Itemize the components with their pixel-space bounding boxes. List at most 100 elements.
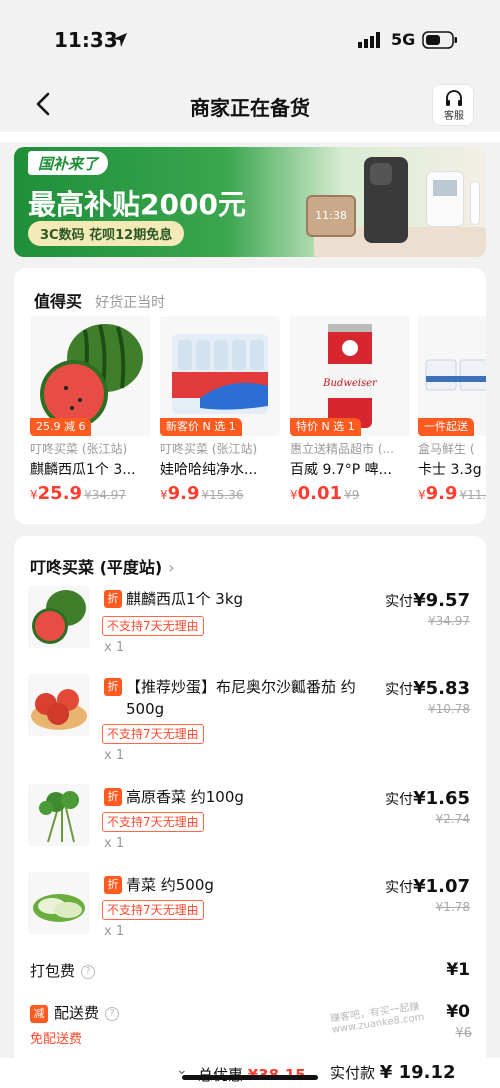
network-label: 5G bbox=[391, 30, 416, 49]
order-item[interactable]: 折 麒麟西瓜1个 3kg 不支持7天无理由 x 1 实付¥9.57 ¥34.97 bbox=[28, 586, 474, 672]
paid-label: 实付 bbox=[385, 792, 414, 808]
foldable-phone-image: 11:38 bbox=[306, 195, 356, 237]
summary-bar: ⌄ 总优惠 ¥38.15 实付款 ¥ 19.12 bbox=[0, 1058, 500, 1088]
info-icon[interactable]: ? bbox=[105, 1007, 120, 1021]
svg-text:Budweiser: Budweiser bbox=[322, 378, 378, 389]
tomato-icon bbox=[31, 689, 87, 730]
store-name: 叮咚买菜 (平度站) bbox=[30, 558, 163, 577]
page-title: 商家正在备货 bbox=[190, 96, 310, 120]
item-thumbnail bbox=[28, 784, 90, 846]
info-icon[interactable]: ? bbox=[81, 965, 96, 979]
paid-value: ¥1.07 bbox=[413, 876, 470, 897]
device-screen-time: 11:38 bbox=[315, 209, 347, 222]
item-name: 【推荐炒蛋】布尼奥尔沙瓤番茄 约500g bbox=[126, 678, 356, 718]
item-orig-price: ¥34.97 bbox=[428, 614, 470, 628]
order-item[interactable]: 折 青菜 约500g 不支持7天无理由 x 1 实付¥1.07 ¥1.78 bbox=[28, 872, 474, 958]
discount-badge: 折 bbox=[104, 876, 122, 894]
home-indicator bbox=[182, 1075, 318, 1080]
deal-card[interactable]: Budweiser 特价 N 选 1 惠立送精品超市 (... 百威 9.7°P… bbox=[290, 316, 410, 504]
paid-label: 实付 bbox=[385, 880, 414, 896]
reduction-badge: 减 bbox=[30, 1005, 48, 1023]
deal-currency: ¥ bbox=[160, 488, 168, 502]
deal-tag: 新客价 N 选 1 bbox=[160, 418, 242, 436]
order-item[interactable]: 折 【推荐炒蛋】布尼奥尔沙瓤番茄 约500g 不支持7天无理由 x 1 实付¥5… bbox=[28, 674, 474, 763]
deal-card[interactable]: 一件起送 盒马鲜生 ( 卡士 3.3g ¥9.9 ¥11. bbox=[418, 316, 486, 504]
deal-price: ¥9.9 ¥11. bbox=[418, 483, 486, 504]
total-paid: 实付款 ¥ 19.12 bbox=[330, 1062, 456, 1083]
coriander-icon bbox=[39, 791, 79, 843]
banner-logo: 国补来了 bbox=[28, 151, 109, 175]
headset-icon bbox=[446, 90, 462, 106]
nav-divider bbox=[0, 132, 500, 142]
packing-fee-label: 打包费 bbox=[30, 962, 76, 980]
deal-name: 娃哈哈纯净水... bbox=[160, 462, 258, 478]
phone-image bbox=[364, 157, 408, 243]
deal-price: ¥25.9 ¥34.97 bbox=[30, 483, 150, 504]
banner-headline: 最高补贴2000元 bbox=[28, 188, 246, 221]
deal-price-value: 25.9 bbox=[37, 483, 83, 504]
deal-name: 百威 9.7°P 啤... bbox=[290, 462, 392, 478]
bok-choy-icon bbox=[33, 894, 85, 922]
deal-card[interactable]: 新客价 N 选 1 叮咚买菜 (张江站) 娃哈哈纯净水... ¥9.9 ¥15.3… bbox=[160, 316, 280, 504]
deal-price: ¥0.01 ¥9 bbox=[290, 483, 410, 504]
item-name: 麒麟西瓜1个 3kg bbox=[126, 590, 244, 608]
paid-value: ¥9.57 bbox=[413, 590, 470, 611]
subsidy-banner[interactable]: 国补来了 最高补贴2000元 3C数码 花呗12期免息 11:38 bbox=[14, 147, 486, 257]
deal-currency: ¥ bbox=[30, 488, 38, 502]
location-arrow-icon bbox=[113, 33, 127, 47]
battery-icon bbox=[422, 31, 457, 49]
item-paid: 实付¥9.57 bbox=[385, 590, 470, 611]
recommendations-header: 值得买 好货正当时 bbox=[34, 288, 165, 312]
paid-value: ¥5.83 bbox=[413, 678, 470, 699]
item-qty: x 1 bbox=[104, 836, 125, 851]
item-paid: 实付¥1.65 bbox=[385, 788, 470, 809]
paid-value: ¥1.65 bbox=[413, 788, 470, 809]
monitor-screen bbox=[433, 180, 457, 196]
discount-badge: 折 bbox=[104, 788, 122, 806]
deal-tag: 特价 N 选 1 bbox=[290, 418, 361, 436]
no-return-badge: 不支持7天无理由 bbox=[102, 616, 204, 636]
total-label: 实付款 bbox=[330, 1064, 376, 1082]
discount-badge: 折 bbox=[104, 678, 122, 696]
item-orig-price: ¥2.74 bbox=[435, 812, 470, 826]
free-delivery-label: 免配送费 bbox=[30, 1032, 83, 1047]
deal-store: 惠立送精品超市 (... bbox=[290, 442, 394, 456]
camera-module bbox=[370, 163, 392, 185]
recommendations-subtitle: 好货正当时 bbox=[95, 295, 166, 311]
deal-orig-price: ¥15.36 bbox=[201, 488, 244, 502]
deal-price-value: 0.01 bbox=[297, 483, 343, 504]
signal-icon bbox=[358, 32, 380, 48]
item-thumbnail bbox=[28, 586, 90, 648]
discount-badge: 折 bbox=[104, 590, 122, 608]
deal-store: 盒马鲜生 ( bbox=[418, 442, 475, 456]
customer-service-label: 客服 bbox=[444, 111, 464, 122]
status-bar: 11:33 5G bbox=[0, 0, 500, 80]
item-paid: 实付¥1.07 bbox=[385, 876, 470, 897]
watermelon-image: 25.9 减 6 bbox=[30, 316, 150, 436]
item-name: 青菜 约500g bbox=[126, 876, 214, 894]
deal-orig-price: ¥11. bbox=[459, 488, 486, 502]
deal-price: ¥9.9 ¥15.36 bbox=[160, 483, 280, 504]
item-thumbnail bbox=[28, 674, 90, 736]
no-return-badge: 不支持7天无理由 bbox=[102, 812, 204, 832]
item-qty: x 1 bbox=[104, 748, 125, 763]
yogurt-image: 一件起送 bbox=[418, 316, 486, 436]
water-bottles-image: 新客价 N 选 1 bbox=[160, 316, 280, 436]
deal-currency: ¥ bbox=[290, 488, 298, 502]
deal-store: 叮咚买菜 (张江站) bbox=[30, 442, 128, 456]
item-paid: 实付¥5.83 bbox=[385, 678, 470, 699]
store-name-link[interactable]: 叮咚买菜 (平度站) › bbox=[30, 554, 175, 578]
banner-subline: 3C数码 花呗12期免息 bbox=[28, 221, 185, 246]
order-item[interactable]: 折 高原香菜 约100g 不支持7天无理由 x 1 实付¥1.65 ¥2.74 bbox=[28, 784, 474, 870]
packing-fee-value: ¥1 bbox=[446, 960, 470, 980]
nav-bar: 商家正在备货 客服 bbox=[0, 80, 500, 132]
item-orig-price: ¥1.78 bbox=[435, 900, 470, 914]
recommendations-title: 值得买 bbox=[34, 292, 83, 311]
deal-orig-price: ¥9 bbox=[344, 488, 360, 502]
deal-price-value: 9.9 bbox=[425, 483, 458, 504]
recommendations-card: 值得买 好货正当时 25.9 减 6 叮咚买菜 (张江站) 麒麟西瓜1个 3..… bbox=[14, 268, 486, 524]
item-orig-price: ¥10.78 bbox=[428, 702, 470, 716]
deal-currency: ¥ bbox=[418, 488, 426, 502]
customer-service-button[interactable]: 客服 bbox=[432, 84, 474, 126]
deal-card[interactable]: 25.9 减 6 叮咚买菜 (张江站) 麒麟西瓜1个 3... ¥25.9 ¥34… bbox=[30, 316, 150, 504]
